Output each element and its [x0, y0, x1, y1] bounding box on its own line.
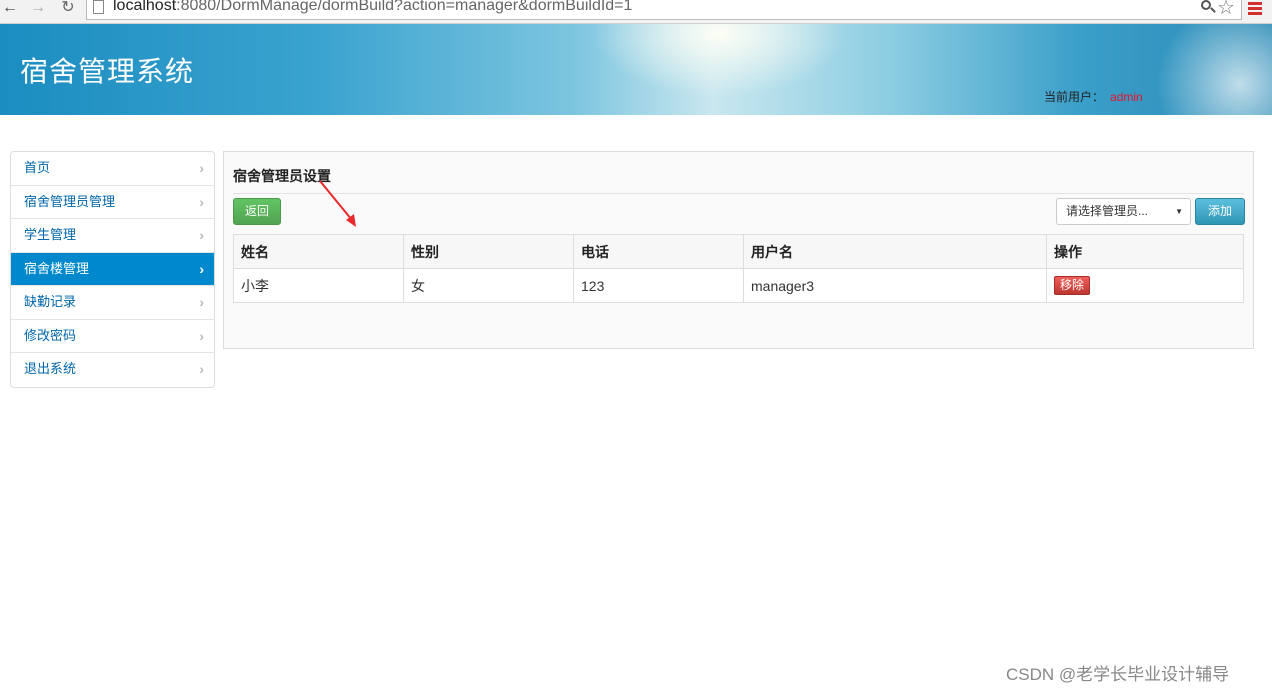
back-arrow-icon[interactable]: ←	[0, 0, 20, 18]
sidebar-item-home[interactable]: 首页 ›	[11, 152, 214, 186]
sidebar-item-absence-records[interactable]: 缺勤记录 ›	[11, 286, 214, 320]
annotation-arrow-icon	[319, 180, 356, 227]
column-header-phone: 电话	[573, 234, 744, 269]
manager-select-value: 请选择管理员...	[1066, 204, 1149, 218]
forward-arrow-icon[interactable]: →	[28, 0, 48, 18]
chevron-right-icon: ›	[199, 260, 204, 277]
cell-username: manager3	[743, 268, 1047, 303]
star-icon[interactable]: ☆	[1217, 0, 1235, 20]
sidebar-item-label: 首页	[24, 160, 51, 175]
chevron-right-icon: ›	[199, 160, 204, 176]
cell-gender: 女	[403, 268, 574, 303]
column-header-action: 操作	[1046, 234, 1244, 269]
column-header-username: 用户名	[743, 234, 1047, 269]
reload-icon[interactable]: ↻	[58, 0, 78, 18]
main-panel: 宿舍管理员设置 返回 请选择管理员... ▼ 添加 姓名 性别 电话 用户名 操…	[223, 151, 1254, 349]
page-icon	[93, 0, 104, 14]
back-button[interactable]: 返回	[233, 198, 281, 225]
sidebar-item-label: 学生管理	[24, 227, 77, 242]
current-user-label: 当前用户：	[1044, 90, 1105, 104]
manager-table: 姓名 性别 电话 用户名 操作 小李 女 123 manager3 移除	[233, 234, 1244, 303]
cell-action: 移除	[1046, 268, 1244, 303]
page-title: 宿舍管理员设置	[233, 168, 331, 184]
remove-button[interactable]: 移除	[1054, 276, 1090, 295]
manager-select[interactable]: 请选择管理员... ▼	[1056, 198, 1191, 225]
zoom-icon[interactable]	[1199, 0, 1219, 16]
chevron-right-icon: ›	[199, 227, 204, 243]
table-header-row: 姓名 性别 电话 用户名 操作	[233, 234, 1244, 269]
browser-toolbar: ← → ↻ localhost:8080/DormManage/dormBuil…	[0, 0, 1272, 24]
sidebar-item-students[interactable]: 学生管理 ›	[11, 219, 214, 253]
sidebar-item-label: 宿舍管理员管理	[24, 193, 116, 209]
sidebar-item-label: 缺勤记录	[24, 294, 77, 309]
sidebar-item-change-password[interactable]: 修改密码 ›	[11, 320, 214, 353]
current-user-name: admin	[1110, 90, 1143, 104]
chevron-right-icon: ›	[199, 294, 204, 310]
sidebar-item-dorm-manager[interactable]: 宿舍管理员管理 ›	[11, 186, 214, 219]
caret-down-icon: ▼	[1175, 207, 1183, 216]
watermark: CSDN @老学长毕业设计辅导	[1006, 665, 1230, 684]
address-bar[interactable]: localhost:8080/DormManage/dormBuild?acti…	[86, 0, 1242, 20]
current-user: 当前用户： admin	[1044, 88, 1143, 105]
sidebar-item-dorm-building[interactable]: 宿舍楼管理 ›	[11, 252, 214, 286]
divider	[233, 193, 1244, 194]
chevron-right-icon: ›	[199, 193, 204, 210]
column-header-gender: 性别	[403, 234, 574, 269]
header-banner: 宿舍管理系统 当前用户： admin	[0, 24, 1272, 115]
chevron-right-icon: ›	[199, 327, 204, 344]
cell-name: 小李	[233, 268, 404, 303]
column-header-name: 姓名	[233, 234, 404, 269]
sidebar-item-label: 宿舍楼管理	[24, 260, 90, 276]
sidebar-nav: 首页 › 宿舍管理员管理 › 学生管理 › 宿舍楼管理 › 缺勤记录 › 修改密…	[10, 151, 215, 388]
menu-icon[interactable]	[1248, 2, 1262, 16]
sidebar-item-logout[interactable]: 退出系统 ›	[11, 353, 214, 387]
chevron-right-icon: ›	[199, 361, 204, 377]
table-row: 小李 女 123 manager3 移除	[233, 268, 1244, 303]
add-button[interactable]: 添加	[1195, 198, 1245, 225]
sidebar-item-label: 退出系统	[24, 361, 77, 376]
url-text[interactable]: localhost:8080/DormManage/dormBuild?acti…	[113, 0, 632, 15]
sidebar-item-label: 修改密码	[24, 327, 77, 343]
system-title: 宿舍管理系统	[20, 55, 195, 88]
cell-phone: 123	[573, 268, 744, 303]
